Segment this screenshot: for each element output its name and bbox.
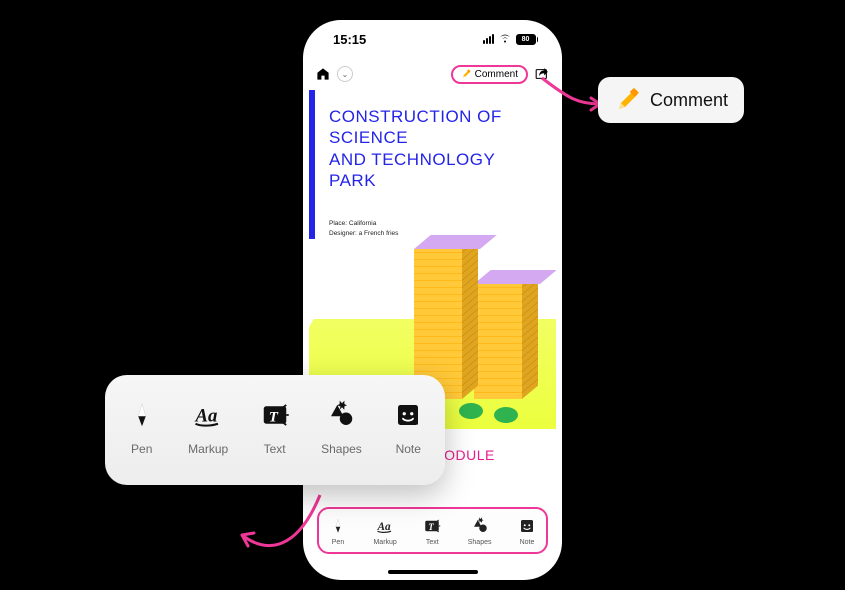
comment-callout[interactable]: Comment: [598, 77, 744, 123]
tool-pen[interactable]: Pen: [329, 517, 347, 546]
signal-icon: [483, 34, 494, 44]
comment-pencil-icon: [614, 87, 640, 113]
tool-text[interactable]: Text: [260, 400, 290, 456]
annotation-toolbar-inline: Pen Markup Text Shapes Note: [317, 507, 548, 554]
status-time: 15:15: [333, 32, 366, 47]
markup-icon: [193, 400, 223, 430]
pen-icon: [127, 400, 157, 430]
comment-mode-button[interactable]: Comment: [451, 65, 528, 84]
home-indicator: [388, 570, 478, 574]
tool-text[interactable]: Text: [423, 517, 441, 546]
expand-dropdown[interactable]: ⌄: [337, 66, 353, 82]
share-icon[interactable]: [534, 66, 550, 82]
app-top-bar: ⌄ Comment: [303, 58, 562, 90]
wifi-icon: [498, 32, 512, 46]
note-icon: [518, 517, 536, 535]
tool-shapes[interactable]: Shapes: [468, 517, 492, 546]
comment-callout-label: Comment: [650, 90, 728, 111]
status-bar: 15:15 80: [303, 20, 562, 58]
doc-title-line1: CONSTRUCTION OF SCIENCE: [329, 106, 542, 149]
doc-title-line2: AND TECHNOLOGY PARK: [329, 149, 542, 192]
tool-shapes[interactable]: Shapes: [321, 400, 362, 456]
markup-icon: [376, 517, 394, 535]
shapes-icon: [471, 517, 489, 535]
note-icon: [393, 400, 423, 430]
battery-icon: 80: [516, 34, 539, 45]
phone-frame: 15:15 80 ⌄ Comment CONSTRUCTION OF SCIEN…: [303, 20, 562, 580]
comment-pencil-icon: [461, 69, 471, 79]
comment-mode-label: Comment: [475, 69, 518, 80]
status-right: 80: [483, 32, 539, 46]
tool-markup[interactable]: Markup: [373, 517, 396, 546]
annotation-toolbar-popout: Pen Markup Text Shapes Note: [105, 375, 445, 485]
tool-markup[interactable]: Markup: [188, 400, 228, 456]
tool-note[interactable]: Note: [518, 517, 536, 546]
shapes-icon: [326, 400, 356, 430]
home-icon[interactable]: [315, 66, 331, 82]
tool-pen[interactable]: Pen: [127, 400, 157, 456]
text-icon: [423, 517, 441, 535]
tool-note[interactable]: Note: [393, 400, 423, 456]
text-icon: [260, 400, 290, 430]
pen-icon: [329, 517, 347, 535]
